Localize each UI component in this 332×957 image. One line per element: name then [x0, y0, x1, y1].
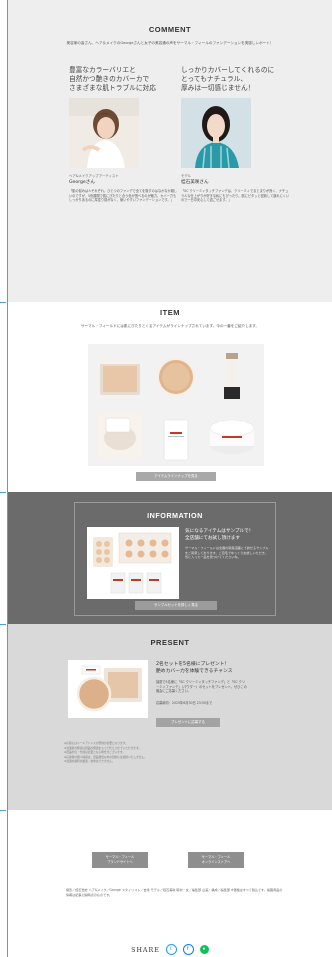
model-photo: [181, 98, 251, 168]
share-bar: SHARE t f ●: [8, 944, 332, 956]
present-notes: ※応募にはメールアドレスの登録が必要となります。 ※当選者の発表は賞品の発送をも…: [64, 741, 286, 764]
online-store-button[interactable]: サーマル・フィール オンラインストアへ: [188, 852, 244, 868]
cleansing-balm-product[interactable]: [204, 406, 260, 464]
comment-text: 「肌の悩みは人それぞれ。ひとつのファンデで全てを隠すのはなかなか難しいのですが、…: [69, 189, 178, 203]
person-name: Georgeさん: [69, 180, 95, 185]
brand-site-button[interactable]: サーマル・フィール ブランドサイトへ: [92, 852, 148, 868]
share-label: SHARE: [131, 947, 160, 954]
comment-headline: 豊富なカラーバリエと 自然かつ艶きのカバーカで さまざまな肌トラブルに対応: [69, 66, 156, 92]
note-line: ※応募にはメールアドレスの登録が必要となります。: [64, 741, 128, 745]
item-lineup-button[interactable]: アイテムラインナップを見る: [136, 472, 216, 481]
information-body: サーマル・フィールドは全国の取扱店舗にて試せるサンプルをご用意しております。ご自…: [185, 546, 269, 559]
comment-card-left: 豊富なカラーバリエと 自然かつ艶きのカバーカで さまざまな肌トラブルに対応 ヘア…: [69, 66, 189, 203]
foundation-jar-product[interactable]: [148, 347, 204, 405]
information-title: INFORMATION: [147, 511, 203, 520]
page-edge-rule: [0, 0, 8, 957]
present-deadline: 応募締切：2025年6月30日 23:59まで: [156, 700, 213, 705]
facebook-icon[interactable]: f: [182, 944, 194, 955]
footer-section: サーマル・フィール ブランドサイトへ サーマル・フィール オンラインストアへ 撮…: [8, 810, 332, 957]
section-marker: [0, 492, 6, 493]
information-frame: INFORMATION 気になるアイテムはサンプルで！ 全店舗にてお試し頂けます: [74, 502, 276, 616]
comment-section: COMMENT 美容家の皆さん、ヘア＆メイクのGeorgeさんと女子の美容通の声…: [8, 0, 332, 302]
information-headline: 気になるアイテムはサンプルで！ 全店舗にてお試し頂けます: [185, 529, 254, 541]
line-icon[interactable]: ●: [199, 945, 209, 954]
george-photo: [69, 98, 139, 168]
note-line: ※当選者の発表は賞品の発送をもって代えさせていただきます。: [64, 745, 142, 750]
person-role: ヘア&メイクアップアーティスト: [69, 174, 119, 178]
item-section: ITEM サーマル・フィールドには肌にぴたりとくるアイテムがラインナップされてい…: [8, 302, 332, 492]
powder-case-product[interactable]: [92, 406, 148, 464]
section-marker: [0, 302, 6, 303]
comment-card-right: しっかりカバーしてくれるのに とってもナチュラル、 厚みは一切感じません！ モデ…: [181, 66, 301, 203]
person-name: 桂石美咲さん: [181, 180, 209, 185]
person-role: モデル: [181, 174, 192, 178]
present-headline: 2名セットを5名様にプレゼント！ 艶めカバー力を体験できるチャンス: [156, 662, 233, 674]
present-apply-button[interactable]: プレゼントに応募する: [156, 718, 220, 727]
sample-set-image: [87, 527, 179, 599]
information-text: 気になるアイテムはサンプルで！ 全店舗にてお試し頂けます サーマル・フィールドは…: [185, 529, 269, 560]
credits-text: 撮影／桂石浩史 ヘア&メイク／George スタイリスト／吉永 モデル／桂石美咲…: [66, 888, 283, 897]
lotion-bottle-product[interactable]: [148, 406, 204, 464]
comment-subtitle: 美容家の皆さん、ヘア＆メイクのGeorgeさんと女子の美容通の声をサーマル・フィ…: [66, 41, 274, 45]
section-marker: [0, 624, 6, 625]
note-line: ※応募者の個人情報は、賞品発送以外の目的には使用いたしません。: [64, 754, 147, 759]
item-grid: [88, 344, 264, 466]
comment-title: COMMENT: [148, 25, 192, 34]
comment-headline: しっかりカバーしてくれるのに とってもナチュラル、 厚みは一切感じません！: [181, 66, 275, 92]
compact-case-product[interactable]: [92, 347, 148, 405]
present-body: 抽選で5名様に「SC クリーミィタッチファンデ」と「SC クリーミィファンデ」（…: [156, 680, 247, 694]
item-title: ITEM: [160, 308, 180, 317]
section-marker: [0, 810, 6, 811]
cream-tube-product[interactable]: [204, 347, 260, 405]
present-title: PRESENT: [150, 638, 190, 647]
comment-text: 「SC クリーミィタッチファンデは、クリーミィでまとまりが良く、ナチュラルな仕上…: [181, 189, 290, 203]
present-section: PRESENT 2名セットを5名様にプレゼント！ 艶めカバー力を体験できるチャン…: [8, 624, 332, 810]
sample-set-button[interactable]: サンプルセットを詳しく見る: [135, 601, 217, 610]
note-line: ※賞品の色・仕様は変更となる場合がございます。: [64, 750, 126, 754]
note-line: ※当選の権利の譲渡、換金はできません。: [64, 759, 115, 763]
information-section: INFORMATION 気になるアイテムはサンプルで！ 全店舗にてお試し頂けます: [8, 492, 332, 624]
item-subtitle: サーマル・フィールドには肌にぴたりとくるアイテムがラインナップされています。今の…: [80, 324, 260, 328]
present-text: 2名セットを5名様にプレゼント！ 艶めカバー力を体験できるチャンス 抽選で5名様…: [156, 662, 248, 705]
twitter-icon[interactable]: t: [165, 944, 177, 955]
present-product-image: [68, 660, 148, 718]
